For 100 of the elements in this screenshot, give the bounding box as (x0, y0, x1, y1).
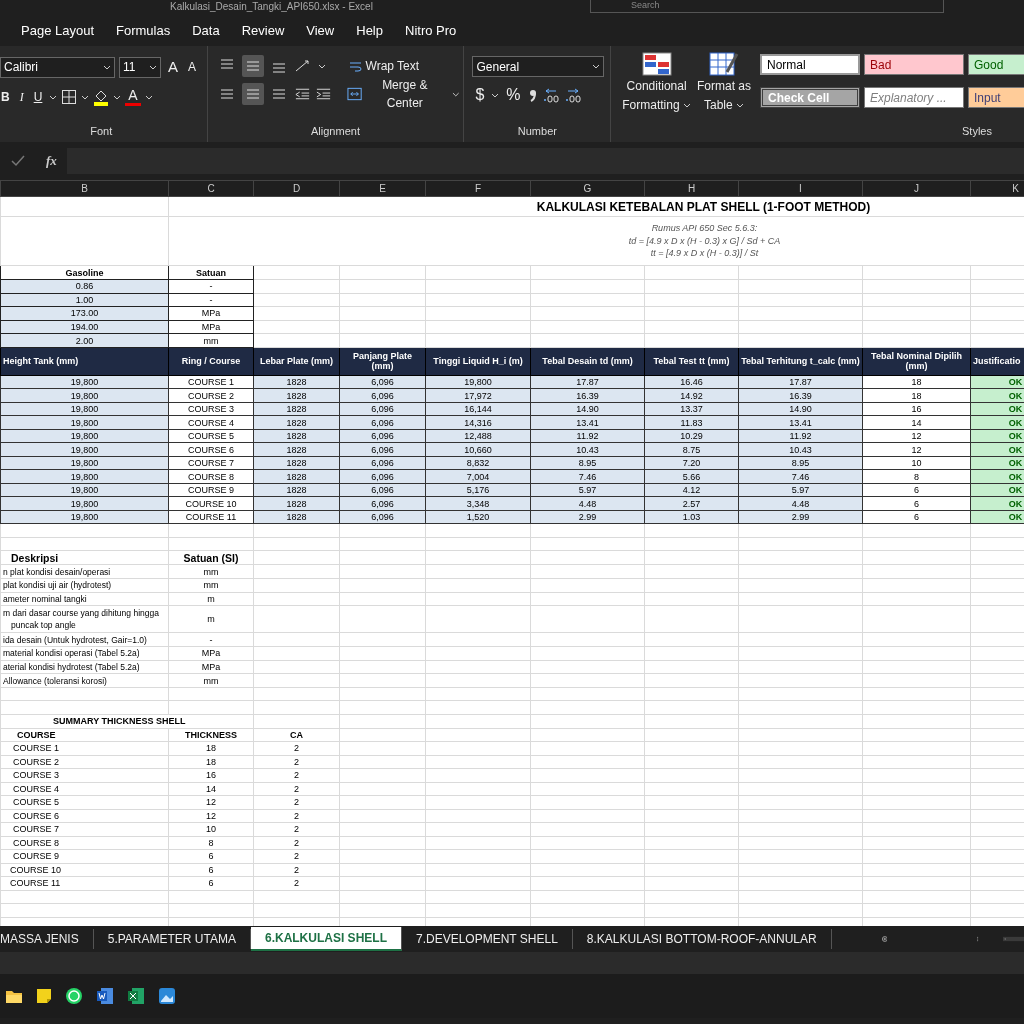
column-header: Gasoline (0, 265, 169, 280)
currency-button[interactable]: $ (472, 84, 488, 106)
align-center-button[interactable] (241, 83, 264, 105)
caret-icon[interactable] (451, 90, 460, 98)
ribbon-tab[interactable]: View (295, 17, 346, 45)
ribbon-tab[interactable]: Nitro Pro (394, 17, 468, 45)
sheet-tab[interactable]: 5.PARAMETER UTAMA (93, 929, 251, 949)
table-cell: 6 (862, 510, 971, 524)
caret-icon[interactable] (113, 93, 122, 101)
table-cell: 2 (253, 795, 340, 809)
cell-style-option[interactable]: Bad (864, 54, 964, 75)
caret-icon (103, 63, 111, 71)
chat-bubble-icon[interactable] (65, 987, 83, 1005)
grow-font-button[interactable]: A (165, 56, 181, 78)
sticky-note-icon[interactable] (36, 988, 52, 1004)
column-header[interactable]: H (644, 180, 739, 197)
sheet-tab[interactable]: MASSA JENIS (0, 929, 94, 949)
column-header[interactable]: G (530, 180, 645, 197)
caret-icon (736, 102, 744, 110)
column-header[interactable]: K (970, 180, 1024, 197)
column-header[interactable]: I (738, 180, 863, 197)
wrap-icon (348, 59, 363, 73)
align-middle-icon (244, 58, 261, 74)
shrink-font-button[interactable]: A (185, 56, 200, 78)
table-cell: mm (168, 673, 254, 688)
fill-color-icon[interactable] (93, 88, 110, 106)
increase-decimal-icon[interactable] (541, 87, 560, 103)
wrap-text-button[interactable]: Wrap Text (345, 55, 423, 77)
borders-icon[interactable] (61, 89, 78, 105)
align-middle-button[interactable] (241, 55, 264, 77)
description-text: aterial kondisi hydrotest (Tabel 5.2a) (3, 660, 141, 673)
table-cell: 18 (862, 388, 971, 403)
table-cell: 10 (862, 456, 971, 470)
ribbon-tab[interactable]: Help (345, 17, 394, 45)
decrease-decimal-icon[interactable] (563, 87, 582, 103)
column-header: Tebal Test tt (mm) (644, 347, 739, 376)
insert-function-button[interactable]: fx (46, 151, 57, 171)
sheet-tab[interactable]: 6.KALKULASI SHELL (250, 927, 402, 951)
caret-icon[interactable] (491, 91, 500, 99)
table-cell: MPa (168, 306, 254, 321)
decrease-indent-icon[interactable] (293, 86, 311, 102)
search-field[interactable]: Search (590, 0, 944, 13)
table-cell: 2 (253, 876, 340, 890)
column-header[interactable]: E (339, 180, 426, 197)
sheet-tab[interactable]: 8.KALKULASI BOTTOM-ROOF-ANNULAR (572, 929, 832, 949)
caret-icon[interactable] (317, 62, 326, 70)
column-header: Satuan (SI) (168, 550, 254, 565)
ribbon-tab[interactable]: Data (181, 17, 231, 45)
ribbon-tab[interactable]: Page Layout (10, 17, 105, 45)
caret-icon[interactable] (49, 93, 58, 101)
table-cell: 18 (862, 375, 971, 389)
folder-icon[interactable] (5, 988, 23, 1004)
column-header[interactable]: D (253, 180, 340, 197)
increase-indent-icon[interactable] (314, 86, 332, 102)
font-size-field[interactable]: 11 (119, 56, 161, 78)
comma-style-icon[interactable] (527, 88, 538, 102)
caret-icon[interactable] (81, 93, 90, 101)
table-brush-icon (708, 52, 739, 76)
table-cell: 6 (168, 849, 254, 863)
number-format-field[interactable]: General (472, 56, 605, 77)
cell-style-option[interactable]: Explanatory ... (864, 87, 964, 108)
column-header: THICKNESS (168, 728, 254, 742)
cell-style-option[interactable]: Good (968, 54, 1024, 75)
column-header[interactable]: J (862, 180, 971, 197)
sheet-tab[interactable]: 7.DEVELOPMENT SHELL (401, 929, 573, 949)
table-cell: 16 (168, 768, 254, 782)
table-cell: COURSE 7 (0, 822, 169, 836)
cell-style-option[interactable]: Normal (760, 54, 860, 75)
italic-button[interactable]: I (16, 86, 27, 108)
column-header[interactable]: B (0, 180, 169, 197)
column-header: Lebar Plate (mm) (253, 347, 340, 376)
table-cell: 12 (862, 442, 971, 457)
column-header[interactable]: C (168, 180, 254, 197)
table-cell: COURSE 1 (168, 375, 254, 389)
summary-title: SUMMARY THICKNESS SHELL (0, 714, 254, 728)
table-cell: 2 (253, 768, 340, 782)
align-right-icon (270, 86, 287, 102)
document-icon[interactable] (96, 987, 114, 1005)
column-header[interactable]: F (425, 180, 531, 197)
font-color-button[interactable]: A (125, 88, 141, 106)
underline-button[interactable]: U (30, 86, 46, 108)
table-cell: - (168, 632, 254, 647)
cell-style-option[interactable]: Input (968, 87, 1024, 108)
caret-icon (682, 102, 691, 110)
column-header: CA (253, 728, 340, 742)
description-text: plat kondisi uji air (hydrotest) (3, 579, 113, 592)
percent-button[interactable]: % (503, 84, 524, 106)
table-cell: COURSE 1 (0, 741, 169, 755)
ribbon-tab[interactable]: Review (230, 17, 296, 45)
photos-icon[interactable] (158, 987, 176, 1005)
description-text: ameter nominal tangki (3, 592, 88, 605)
conditional-formatting-button[interactable]: Conditional Formatting (619, 52, 694, 114)
checkmark-icon[interactable] (10, 154, 26, 168)
format-as-table-button[interactable]: Format as Table (693, 52, 754, 114)
ribbon-tab[interactable]: Formulas (105, 17, 182, 45)
font-name-field[interactable]: Calibri (0, 56, 115, 78)
caret-icon[interactable] (144, 93, 153, 101)
spreadsheet-icon[interactable] (127, 987, 145, 1005)
description-text: material kondisi operasi (Tabel 5.2a) (3, 647, 141, 660)
bold-button[interactable]: B (0, 86, 13, 108)
